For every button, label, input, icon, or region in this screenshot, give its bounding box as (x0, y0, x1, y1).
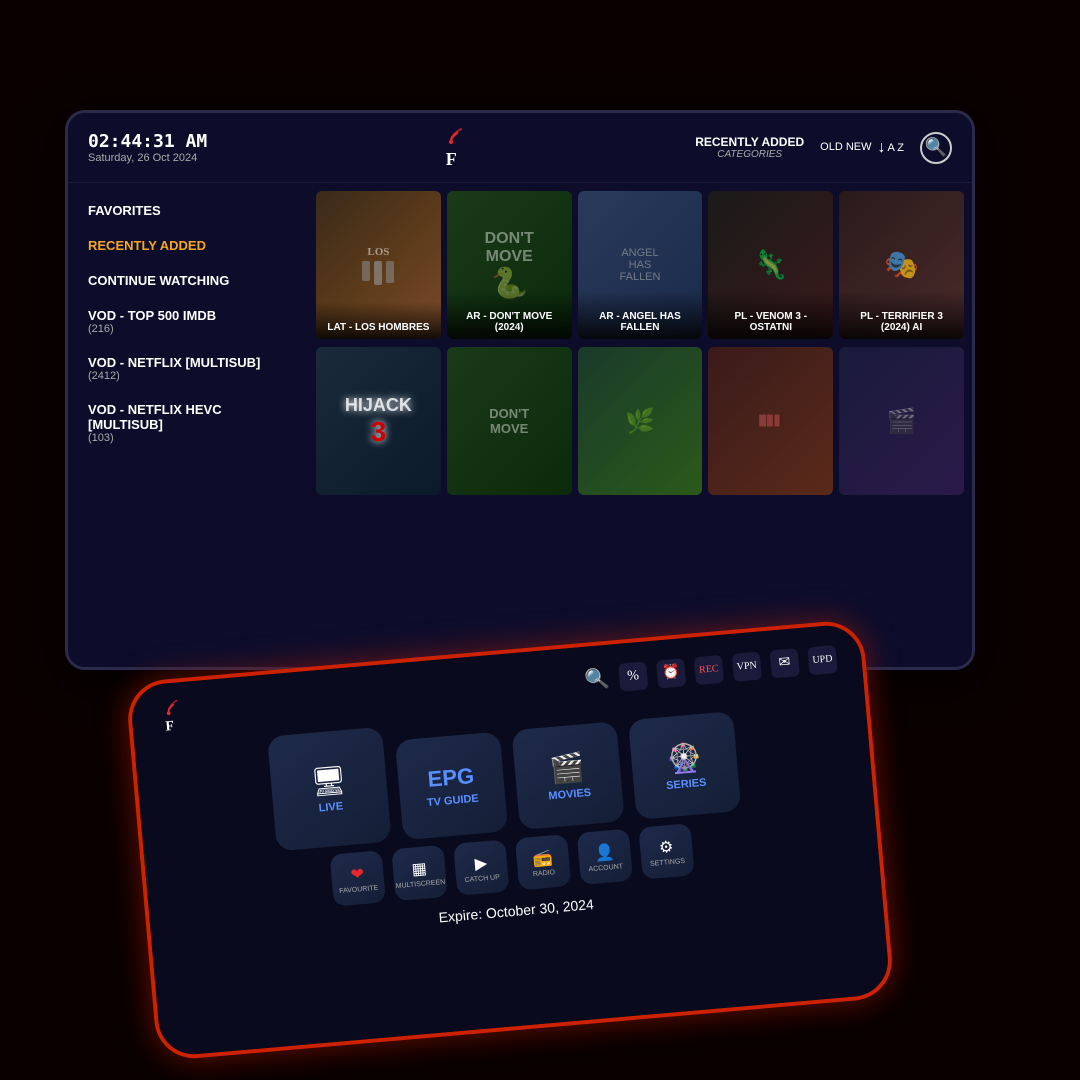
movie-title-pl-terrifier: PL - TERRIFIER 3 (2024) AI (839, 291, 964, 339)
sidebar-item-favorites[interactable]: FAVORITES (68, 193, 308, 228)
tablet-header: 02:44:31 AM Saturday, 26 Oct 2024 F RECE… (68, 113, 972, 183)
phone-update-icon[interactable]: UPD (807, 644, 837, 674)
series-label: SERIES (666, 776, 707, 791)
sidebar-item-recently-added[interactable]: RECENTLY ADDED (68, 228, 308, 263)
phone-search-icon[interactable]: 🔍 (583, 666, 610, 693)
phone-msg-icon[interactable]: ✉ (769, 648, 799, 678)
tablet-sidebar: FAVORITES RECENTLY ADDED CONTINUE WATCHI… (68, 183, 308, 667)
wifi-icon (437, 125, 465, 149)
movie-card-ar-dont-move[interactable]: DON'T MOVE 🐍 AR - DON'T MOVE (2024) (447, 191, 572, 339)
phone-vpn-icon[interactable]: VPN (732, 651, 762, 681)
phone-logo-f: F (165, 719, 175, 736)
sidebar-item-vod-netflix[interactable]: VOD - NETFLIX [MULTISUB] (2412) (68, 345, 308, 392)
movie-card-dont-move-2[interactable]: DON'T MOVE (447, 347, 572, 495)
account-label: ACCOUNT (588, 863, 623, 873)
tablet-nav-right: RECENTLY ADDED CATEGORIES OLD NEW ↓ A Z … (695, 132, 952, 164)
phone-device: F 🔍 % ⏰ REC VPN ✉ UPD 🖥 LIVE EPG TV GUID… (125, 618, 895, 1061)
small-tile-multiscreen[interactable]: ▦ MULTISCREEN (391, 845, 447, 901)
tablet-logo: F (437, 125, 465, 170)
movies-label: MOVIES (548, 786, 592, 802)
movie-card-row2-5[interactable]: 🎬 (839, 347, 964, 495)
nav-old-new[interactable]: OLD NEW ↓ A Z (820, 139, 904, 157)
movie-card-row2-4[interactable]: ▉▊▋ (708, 347, 833, 495)
sidebar-item-vod-netflix-hevc[interactable]: VOD - NETFLIX HEVC [MULTISUB] (103) (68, 392, 308, 454)
tablet-date: Saturday, 26 Oct 2024 (88, 152, 207, 164)
old-new-label: OLD NEW (820, 141, 871, 154)
menu-tile-tvguide[interactable]: EPG TV GUIDE (395, 732, 508, 841)
movie-card-pl-venom[interactable]: 🦎 PL - VENOM 3 - OSTATNI (708, 191, 833, 339)
phone-percent-icon[interactable]: % (618, 661, 648, 691)
catchup-icon: ▶ (474, 853, 488, 874)
tablet-content: LOS LAT - LOS HOMBRES (308, 183, 972, 667)
small-tile-favourite[interactable]: ❤ FAVOURITE (330, 850, 386, 906)
nav-recently-added[interactable]: RECENTLY ADDED CATEGORIES (695, 135, 804, 160)
movie-card-pl-terrifier[interactable]: 🎭 PL - TERRIFIER 3 (2024) AI (839, 191, 964, 339)
expire-text: Expire: October 30, 2024 (438, 896, 594, 926)
multiscreen-label: MULTISCREEN (395, 878, 445, 889)
movies-icon: 🎬 (549, 750, 587, 786)
movie-card-lat-los-hombres[interactable]: LOS LAT - LOS HOMBRES (316, 191, 441, 339)
sidebar-item-continue-watching[interactable]: CONTINUE WATCHING (68, 263, 308, 298)
small-tile-catchup[interactable]: ▶ CATCH UP (453, 839, 509, 895)
phone-logo: F (155, 697, 182, 736)
tablet-time: 02:44:31 AM (88, 131, 207, 152)
small-tile-account[interactable]: 👤 ACCOUNT (577, 829, 633, 885)
movie-title-ar-dont-move: AR - DON'T MOVE (2024) (447, 291, 572, 339)
small-tile-settings[interactable]: ⚙ SETTINGS (638, 823, 694, 879)
phone-alarm-icon[interactable]: ⏰ (656, 658, 686, 688)
favourite-label: FAVOURITE (339, 884, 379, 894)
live-label: LIVE (318, 800, 343, 814)
movie-row-2: HIJACK 3 DON'T MOVE (316, 347, 964, 495)
menu-tile-movies[interactable]: 🎬 MOVIES (511, 721, 624, 830)
movie-row-1: LOS LAT - LOS HOMBRES (316, 191, 964, 339)
movie-card-row2-3[interactable]: 🌿 (578, 347, 703, 495)
series-icon: 🎡 (665, 740, 703, 776)
settings-icon: ⚙ (658, 836, 674, 857)
tablet-body: FAVORITES RECENTLY ADDED CONTINUE WATCHI… (68, 183, 972, 667)
settings-label: SETTINGS (650, 857, 685, 867)
movie-card-ar-angel-has-fallen[interactable]: ANGELHASFALLEN AR - ANGEL HAS FALLEN (578, 191, 703, 339)
favourite-icon: ❤ (350, 863, 365, 884)
menu-tile-live[interactable]: 🖥 LIVE (267, 727, 392, 852)
sidebar-item-vod-top500[interactable]: VOD - TOP 500 IMDB (216) (68, 298, 308, 345)
movie-title-lat-los-hombres: LAT - LOS HOMBRES (316, 302, 441, 339)
live-icon: 🖥 (310, 763, 348, 799)
radio-label: RADIO (533, 869, 556, 878)
catchup-label: CATCH UP (464, 874, 500, 884)
tvguide-label: TV GUIDE (426, 793, 479, 809)
menu-tile-series[interactable]: 🎡 SERIES (628, 711, 741, 820)
tablet-device: 02:44:31 AM Saturday, 26 Oct 2024 F RECE… (65, 110, 975, 670)
phone-wifi-icon (155, 697, 181, 720)
logo-f-label: F (446, 149, 457, 170)
movie-title-ar-angel-has-fallen: AR - ANGEL HAS FALLEN (578, 291, 703, 339)
movie-card-hijack[interactable]: HIJACK 3 (316, 347, 441, 495)
multiscreen-icon: ▦ (411, 858, 428, 879)
tvguide-icon: EPG (427, 763, 476, 793)
search-icon[interactable]: 🔍 (920, 132, 952, 164)
az-label: A Z (887, 142, 904, 154)
radio-icon: 📻 (532, 847, 554, 869)
account-icon: 👤 (594, 841, 616, 863)
phone-rec-icon[interactable]: REC (694, 654, 724, 684)
phone-header-icons: 🔍 % ⏰ REC VPN ✉ UPD (583, 644, 837, 694)
small-tile-radio[interactable]: 📻 RADIO (515, 834, 571, 890)
movie-title-pl-venom: PL - VENOM 3 - OSTATNI (708, 291, 833, 339)
tablet-time-block: 02:44:31 AM Saturday, 26 Oct 2024 (88, 131, 207, 164)
